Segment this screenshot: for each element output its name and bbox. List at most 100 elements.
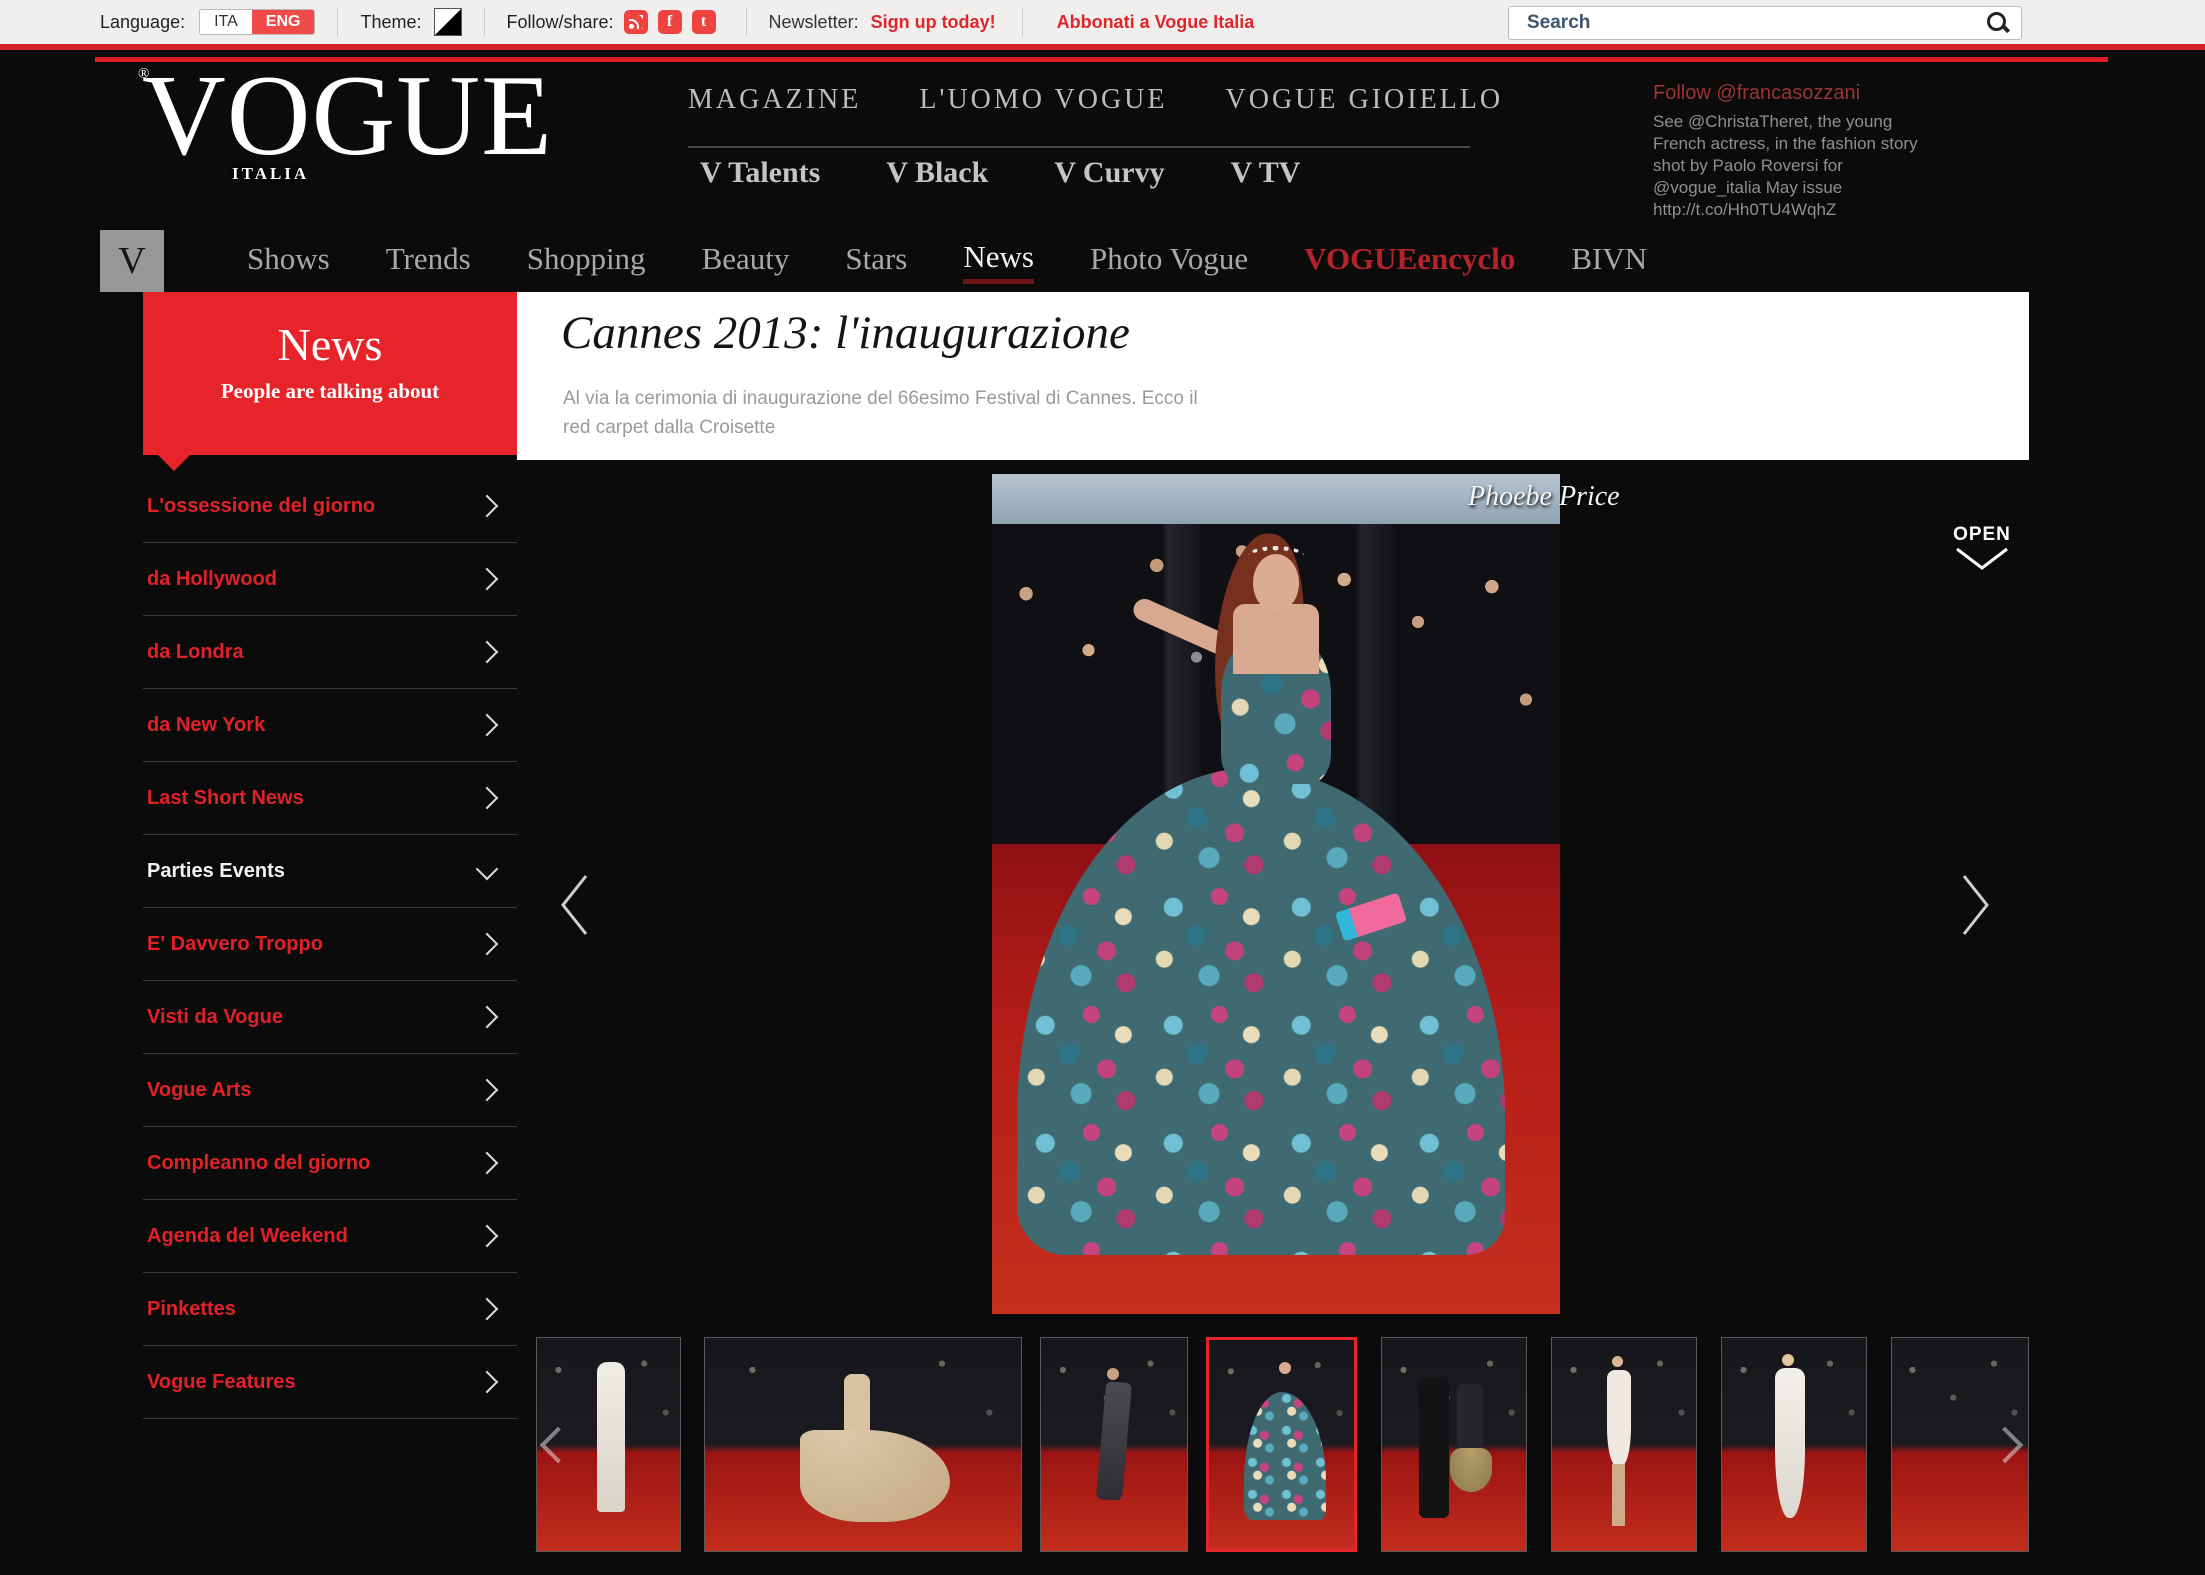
chevron-right-icon <box>476 1152 499 1175</box>
facebook-icon[interactable]: f <box>658 10 682 34</box>
sidebar-item-label: Vogue Arts <box>147 1079 251 1102</box>
nav-v-curvy[interactable]: V Curvy <box>1054 156 1164 190</box>
masthead-nav-row2: V Talents V Black V Curvy V TV <box>700 156 1300 190</box>
sidebar-item-vogue-arts[interactable]: Vogue Arts <box>143 1054 517 1127</box>
rss-icon[interactable] <box>624 10 648 34</box>
sidebar-item-visti-da-vogue[interactable]: Visti da Vogue <box>143 981 517 1054</box>
divider <box>484 8 485 36</box>
gallery-thumbnail-1[interactable] <box>536 1337 681 1552</box>
news-section-title: News <box>143 318 517 371</box>
language-toggle: ITA ENG <box>199 9 315 35</box>
next-photo-arrow[interactable] <box>1958 872 1994 938</box>
nav-trends[interactable]: Trends <box>386 241 471 281</box>
subscribe-link[interactable]: Abbonati a Vogue Italia <box>1057 12 1255 33</box>
top-utility-bar: Language: ITA ENG Theme: Follow/share: f… <box>0 0 2205 50</box>
nav-beauty[interactable]: Beauty <box>702 241 790 281</box>
nav-v-talents[interactable]: V Talents <box>700 156 820 190</box>
sidebar-item-davvero-troppo[interactable]: E' Davvero Troppo <box>143 908 517 981</box>
sidebar-item-label: Compleanno del giorno <box>147 1152 370 1175</box>
sidebar-item-compleanno[interactable]: Compleanno del giorno <box>143 1127 517 1200</box>
article-title: Cannes 2013: l'inaugurazione <box>561 306 1130 360</box>
nav-bivn[interactable]: BIVN <box>1571 241 1647 281</box>
nav-vogue-gioiello[interactable]: VOGUE GIOIELLO <box>1226 84 1504 116</box>
thumb-figure <box>1279 1362 1291 1374</box>
gallery-thumbnail-4-selected[interactable] <box>1206 1337 1357 1552</box>
chevron-down-icon <box>476 858 499 881</box>
sidebar-item-last-short-news[interactable]: Last Short News <box>143 762 517 835</box>
nav-luomo-vogue[interactable]: L'UOMO VOGUE <box>919 84 1167 116</box>
thumb-figure <box>1419 1378 1449 1518</box>
nav-v-home[interactable]: V <box>100 230 164 292</box>
chevron-right-icon <box>476 641 499 664</box>
news-section-subtitle: People are talking about <box>143 379 517 404</box>
gallery-thumbnail-5[interactable] <box>1381 1337 1527 1552</box>
thumb-prev-overlay-icon <box>540 1426 577 1463</box>
nav-v-black[interactable]: V Black <box>886 156 988 190</box>
nav-v-tv[interactable]: V TV <box>1231 156 1301 190</box>
gallery-thumbnail-3[interactable] <box>1040 1337 1188 1552</box>
sidebar-item-label: L'ossessione del giorno <box>147 495 375 518</box>
thumb-figure <box>1457 1384 1483 1454</box>
search-input[interactable] <box>1525 11 1985 35</box>
sidebar-item-vogue-features[interactable]: Vogue Features <box>143 1346 517 1419</box>
vogue-logo[interactable]: ® VOGUE ITALIA <box>142 58 553 174</box>
chevron-right-icon <box>476 1371 499 1394</box>
newsletter-label: Newsletter: <box>769 12 859 33</box>
gallery-thumbnail-7[interactable] <box>1721 1337 1867 1552</box>
thumb-figure <box>1612 1356 1623 1367</box>
photo-figure-headband <box>1248 546 1304 565</box>
sidebar-item-parties-events-active[interactable]: Parties Events <box>143 835 517 908</box>
sidebar-item-label: da Hollywood <box>147 568 277 591</box>
divider <box>1022 8 1023 36</box>
language-ita-button[interactable]: ITA <box>200 10 252 34</box>
gallery-thumbnail-6[interactable] <box>1551 1337 1697 1552</box>
main-navigation: Shows Trends Shopping Beauty Stars News … <box>247 230 1647 292</box>
sidebar-item-da-hollywood[interactable]: da Hollywood <box>143 543 517 616</box>
gallery-thumbnail-2[interactable] <box>704 1337 1022 1552</box>
sidebar-item-label: da Londra <box>147 641 244 664</box>
sidebar-item-label: Visti da Vogue <box>147 1006 283 1029</box>
thumb-figure <box>844 1374 870 1438</box>
language-eng-button[interactable]: ENG <box>252 10 315 34</box>
newsletter-signup-link[interactable]: Sign up today! <box>871 12 996 33</box>
open-gallery-control[interactable]: OPEN <box>1952 524 2012 577</box>
open-label: OPEN <box>1952 524 2012 546</box>
prev-photo-arrow[interactable] <box>556 872 592 938</box>
chevron-right-icon <box>476 787 499 810</box>
vogue-logo-italia: ITALIA <box>232 164 309 184</box>
sidebar-item-ossessione[interactable]: L'ossessione del giorno <box>143 470 517 543</box>
nav-shopping[interactable]: Shopping <box>527 241 646 281</box>
registered-mark: ® <box>138 66 149 83</box>
language-label: Language: <box>100 12 185 33</box>
nav-vogueencyclo[interactable]: VOGUEencyclo <box>1304 241 1515 281</box>
divider <box>337 8 338 36</box>
news-badge-pointer <box>158 455 190 471</box>
follow-share-label: Follow/share: <box>507 12 614 33</box>
twitter-tweet-text: See @ChristaTheret, the young French act… <box>1653 111 1939 221</box>
sidebar-item-label: da New York <box>147 714 265 737</box>
thumb-figure <box>1782 1354 1794 1366</box>
sidebar-item-label: Vogue Features <box>147 1371 296 1394</box>
twitter-widget: Follow @francasozzani See @ChristaTheret… <box>1653 82 1939 221</box>
nav-shows[interactable]: Shows <box>247 241 330 281</box>
sidebar-item-pinkettes[interactable]: Pinkettes <box>143 1273 517 1346</box>
theme-label: Theme: <box>360 12 421 33</box>
sidebar-item-agenda-weekend[interactable]: Agenda del Weekend <box>143 1200 517 1273</box>
sidebar-item-da-new-york[interactable]: da New York <box>143 689 517 762</box>
thumb-next-overlay-icon <box>1987 1426 2024 1463</box>
nav-news-active[interactable]: News <box>963 239 1034 284</box>
nav-stars[interactable]: Stars <box>845 241 907 281</box>
gallery-main-photo[interactable] <box>992 474 1560 1314</box>
theme-toggle-icon[interactable] <box>434 8 462 36</box>
article-subtitle: Al via la cerimonia di inaugurazione del… <box>563 384 1203 443</box>
sidebar-item-label: Pinkettes <box>147 1298 236 1321</box>
twitter-icon[interactable]: t <box>692 10 716 34</box>
gallery-thumbnail-8[interactable] <box>1891 1337 2029 1552</box>
nav-magazine[interactable]: MAGAZINE <box>688 84 861 116</box>
vogue-logo-word: VOGUE <box>142 52 553 180</box>
photo-figure-torso <box>1233 604 1319 674</box>
search-icon[interactable] <box>1985 10 2011 36</box>
sidebar-item-da-londra[interactable]: da Londra <box>143 616 517 689</box>
twitter-follow-link[interactable]: Follow @francasozzani <box>1653 82 1939 105</box>
nav-photo-vogue[interactable]: Photo Vogue <box>1090 241 1248 281</box>
